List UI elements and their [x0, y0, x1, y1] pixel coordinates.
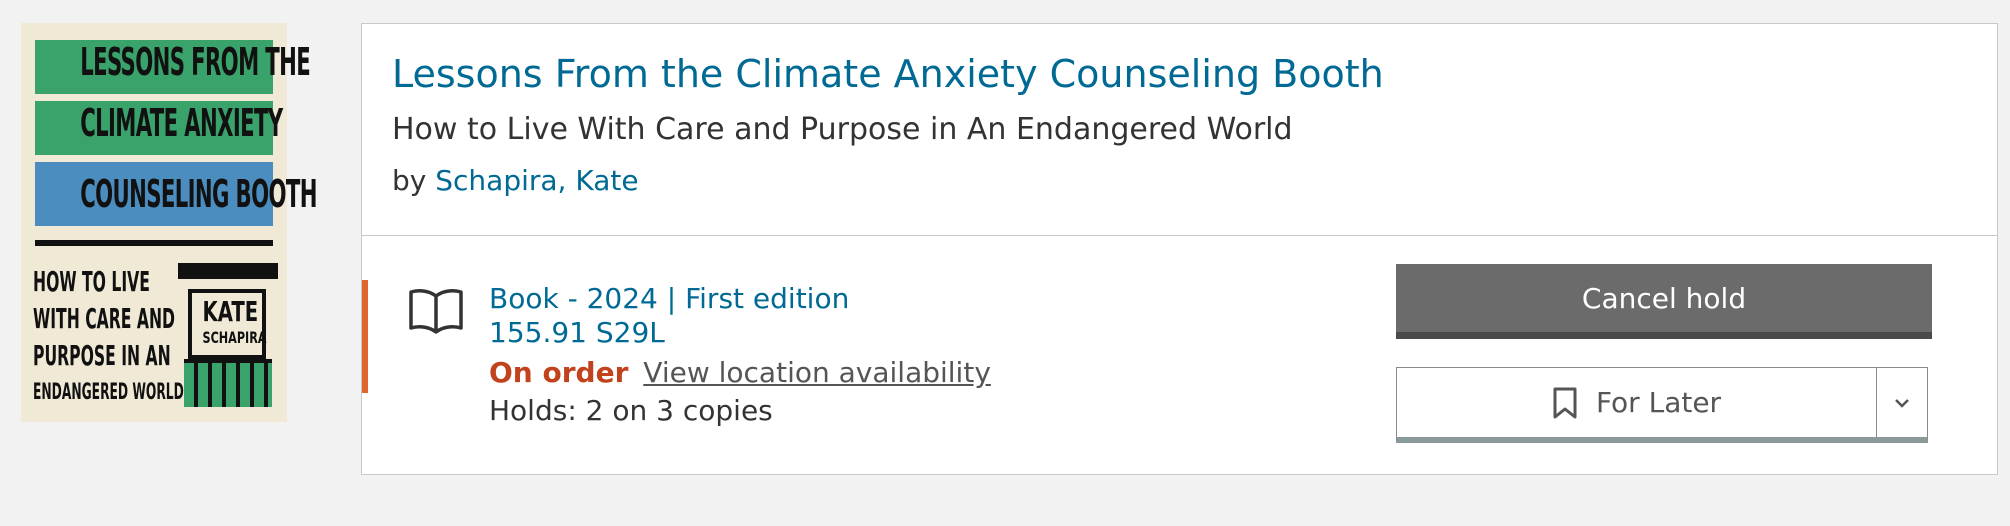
- author-link[interactable]: Schapira, Kate: [435, 164, 638, 197]
- cover-title-line-3: COUNSELING BOOTH: [35, 162, 317, 226]
- cover-author-first: KATE: [202, 295, 259, 328]
- call-number: 155.91 S29L: [489, 316, 665, 349]
- status-badge: On order: [489, 356, 629, 389]
- book-title-link[interactable]: Lessons From the Climate Anxiety Counsel…: [392, 52, 1384, 96]
- result-card: Lessons From the Climate Anxiety Counsel…: [361, 23, 1998, 475]
- chevron-down-icon: [1895, 398, 1909, 408]
- shelf-dropdown-button[interactable]: [1877, 368, 1927, 437]
- book-open-icon: [409, 289, 463, 334]
- holds-count: Holds: 2 on 3 copies: [489, 394, 773, 427]
- format-edition[interactable]: Book - 2024 | First edition: [489, 282, 849, 315]
- by-label: by: [392, 164, 427, 197]
- divider: [362, 235, 1997, 236]
- cover-title-line-1: LESSONS FROM THE: [35, 40, 311, 94]
- view-location-availability-link[interactable]: View location availability: [643, 356, 991, 389]
- cover-author-last: SCHAPIRA: [202, 328, 267, 347]
- for-later-label: For Later: [1595, 386, 1722, 419]
- for-later-button[interactable]: For Later: [1397, 368, 1876, 437]
- cover-booth-illustration: KATE SCHAPIRA: [178, 263, 278, 407]
- status-accent-bar: [362, 280, 368, 393]
- cover-title-line-2: CLIMATE ANXIETY: [35, 101, 283, 155]
- cover-rule: [35, 240, 273, 246]
- cover-subtitle: HOW TO LIVE WITH CARE AND PURPOSE IN AN …: [33, 265, 184, 405]
- byline: by Schapira, Kate: [392, 164, 639, 197]
- cancel-hold-button[interactable]: Cancel hold: [1396, 264, 1932, 339]
- availability-status: On order View location availability: [489, 356, 991, 389]
- for-later-control: For Later: [1396, 367, 1928, 443]
- book-subtitle: How to Live With Care and Purpose in An …: [392, 112, 1293, 147]
- bookmark-icon: [1553, 387, 1577, 418]
- book-cover-image[interactable]: LESSONS FROM THE CLIMATE ANXIETY COUNSEL…: [21, 23, 317, 422]
